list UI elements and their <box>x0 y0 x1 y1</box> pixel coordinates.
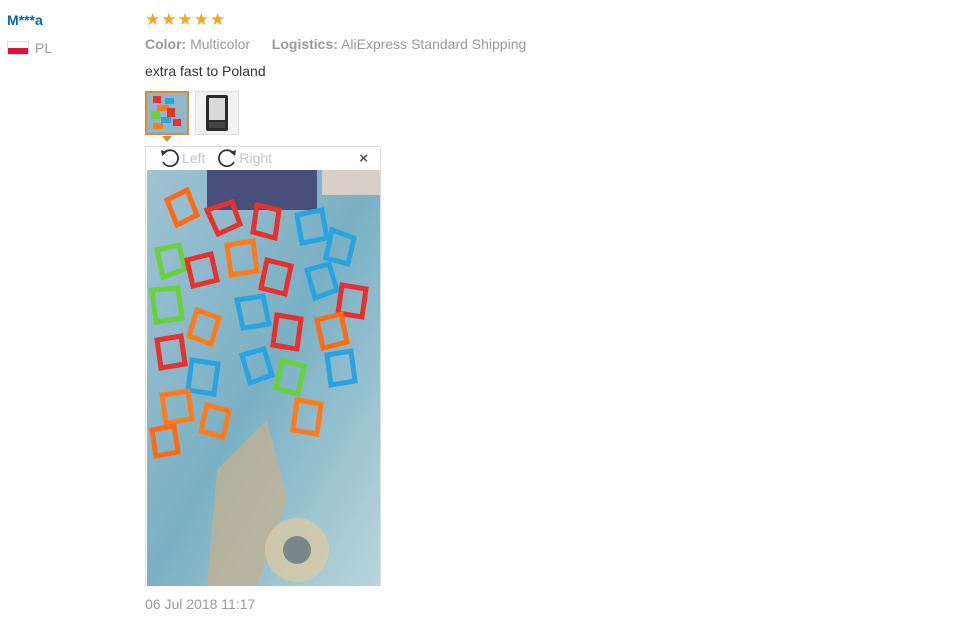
star-icon: ★ <box>177 10 193 29</box>
country-code: PL <box>35 40 53 56</box>
logistics-label: Logistics: <box>271 36 338 52</box>
star-icon: ★ <box>210 10 226 29</box>
rotate-right-button[interactable]: Right <box>215 147 272 169</box>
reviewer-country: PL <box>7 40 52 56</box>
rotate-left-label: Left <box>182 150 206 166</box>
star-rating: ★ ★ ★ ★ ★ <box>145 11 225 29</box>
review-photo <box>147 170 380 586</box>
color-value: Multicolor <box>190 36 251 52</box>
review-photo-thumb-2[interactable] <box>195 91 239 135</box>
photo-thumb-image <box>147 93 187 133</box>
rotate-right-icon <box>218 149 237 168</box>
flag-pl-icon <box>7 41 29 55</box>
reviewer-name[interactable]: M***a <box>7 12 43 28</box>
order-attributes: Color: Multicolor Logistics: AliExpress … <box>145 36 526 52</box>
active-thumb-caret <box>162 136 172 142</box>
review-photo-thumb-1[interactable] <box>145 91 189 135</box>
star-icon: ★ <box>193 10 209 29</box>
review-thumbnails <box>145 91 239 135</box>
star-icon: ★ <box>145 10 161 29</box>
photo-thumb-image <box>196 92 238 134</box>
rotate-left-icon <box>161 149 179 168</box>
color-label: Color: <box>145 36 187 52</box>
logistics-value: AliExpress Standard Shipping <box>341 36 527 52</box>
star-icon: ★ <box>161 10 177 29</box>
viewer-toolbar: Left Right × <box>146 147 380 169</box>
rotate-left-button[interactable]: Left <box>158 147 205 169</box>
review-date: 06 Jul 2018 11:17 <box>145 596 256 612</box>
rotate-right-label: Right <box>239 150 273 166</box>
photo-viewer: Left Right × <box>145 146 381 586</box>
review-text: extra fast to Poland <box>145 63 266 79</box>
close-icon[interactable]: × <box>359 150 368 167</box>
